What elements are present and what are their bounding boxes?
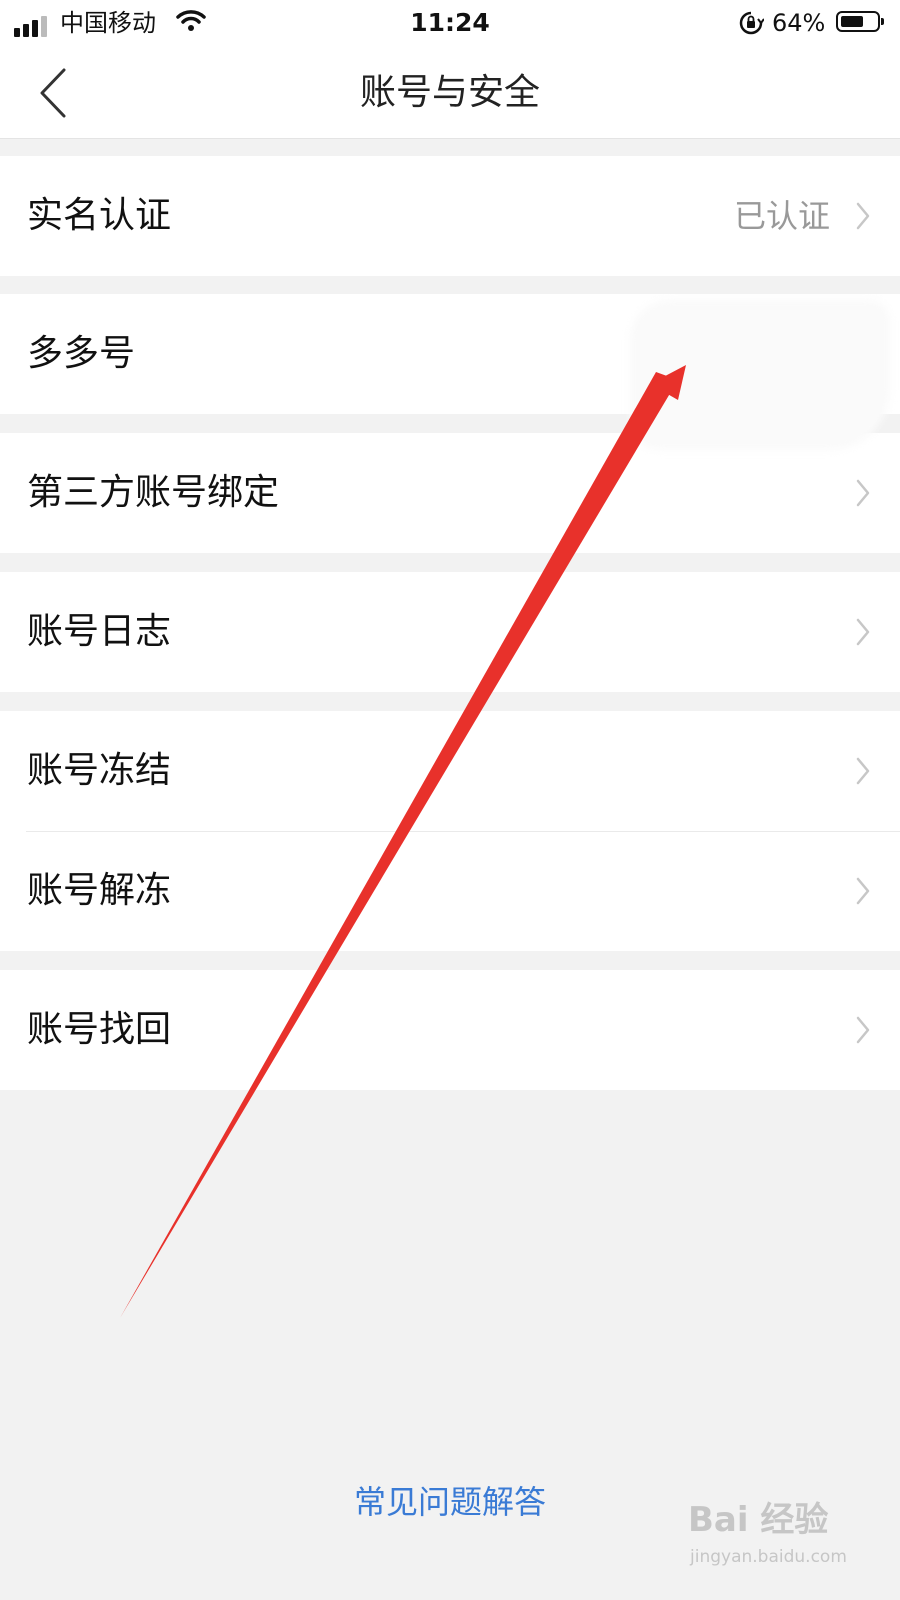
real-name-verification-row[interactable]: 实名认证 已认证 bbox=[0, 156, 900, 276]
row-label: 账号日志 bbox=[27, 611, 172, 652]
settings-group: 账号找回 bbox=[0, 970, 900, 1090]
chevron-right-icon bbox=[856, 1016, 870, 1044]
third-party-binding-row[interactable]: 第三方账号绑定 bbox=[0, 433, 900, 553]
settings-group: 账号日志 bbox=[0, 572, 900, 692]
verification-status: 已认证 bbox=[733, 197, 830, 235]
row-label: 第三方账号绑定 bbox=[27, 472, 280, 513]
settings-group: 账号冻结 账号解冻 bbox=[0, 711, 900, 951]
clock: 11:24 bbox=[410, 8, 490, 37]
settings-group: 第三方账号绑定 bbox=[0, 433, 900, 553]
chevron-right-icon bbox=[856, 202, 870, 230]
battery-icon bbox=[836, 11, 884, 32]
settings-group: 实名认证 已认证 bbox=[0, 156, 900, 276]
watermark-url: jingyan.baidu.com bbox=[690, 1547, 847, 1567]
chevron-right-icon bbox=[856, 618, 870, 646]
row-label: 账号冻结 bbox=[27, 750, 172, 791]
row-label: 实名认证 bbox=[27, 195, 172, 236]
row-label: 账号解冻 bbox=[27, 870, 172, 911]
account-unfreeze-row[interactable]: 账号解冻 bbox=[0, 831, 900, 951]
chevron-right-icon bbox=[856, 479, 870, 507]
row-label: 账号找回 bbox=[27, 1009, 172, 1050]
navigation-bar: 账号与安全 bbox=[0, 48, 900, 139]
battery-percentage: 64% bbox=[772, 9, 826, 37]
account-freeze-row[interactable]: 账号冻结 bbox=[0, 711, 900, 831]
account-recovery-row[interactable]: 账号找回 bbox=[0, 970, 900, 1090]
rotation-lock-icon bbox=[738, 10, 765, 40]
status-bar: 中国移动 11:24 64% bbox=[0, 0, 900, 48]
redaction-blur bbox=[630, 300, 890, 450]
chevron-right-icon bbox=[856, 877, 870, 905]
watermark-logo: Bai 经验 bbox=[688, 1500, 829, 1540]
row-label: 多多号 bbox=[27, 333, 136, 374]
chevron-right-icon bbox=[856, 757, 870, 785]
page-title: 账号与安全 bbox=[359, 72, 540, 113]
account-log-row[interactable]: 账号日志 bbox=[0, 572, 900, 692]
